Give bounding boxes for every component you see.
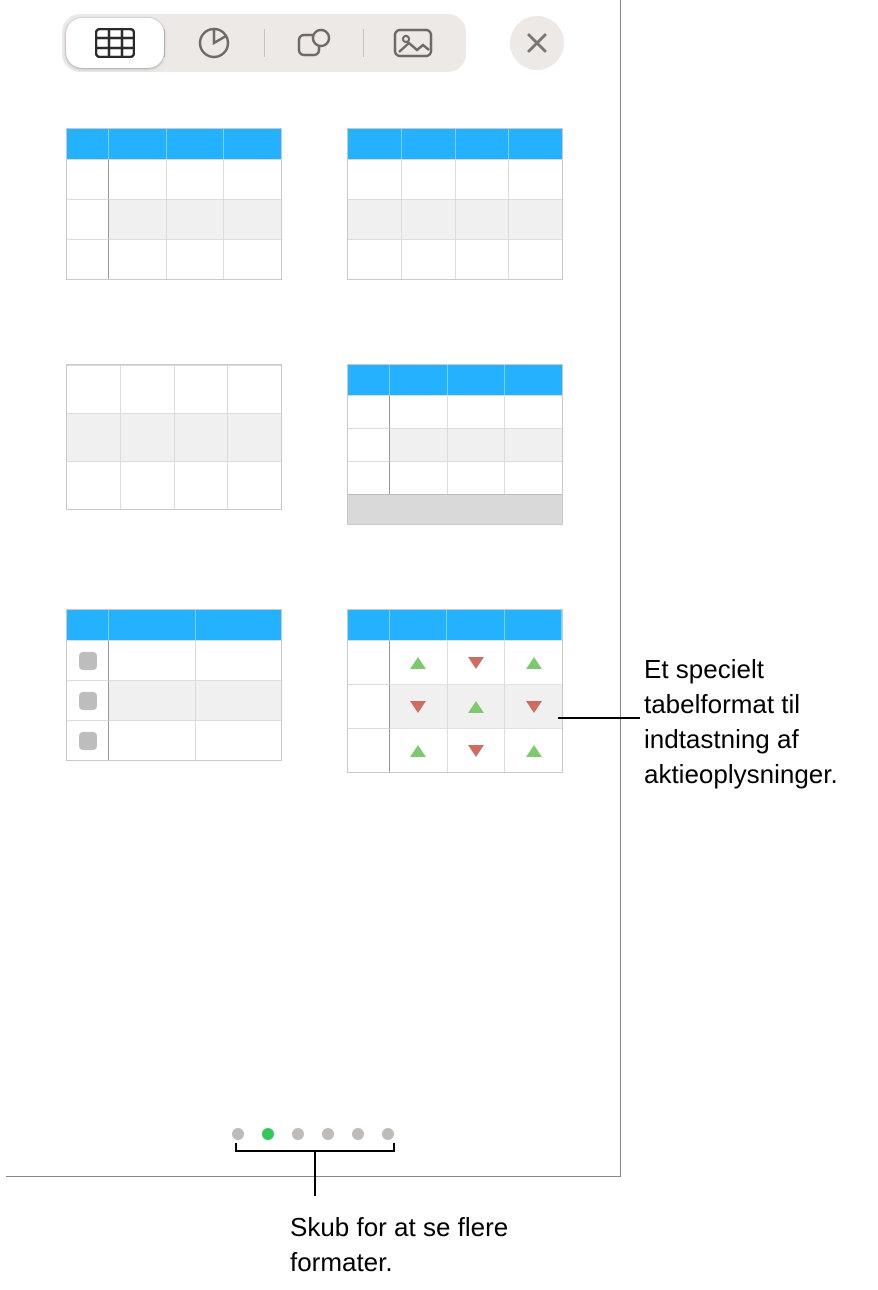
page-dot-active[interactable]: [262, 1128, 274, 1140]
stock-down-icon: [468, 745, 484, 757]
table-style-checklist[interactable]: [66, 609, 282, 773]
table-icon: [95, 28, 135, 58]
stock-down-icon: [410, 701, 426, 713]
callout-swipe: Skub for at se flere formater.: [290, 1210, 550, 1280]
callout-leader-line: [558, 717, 640, 719]
page-dot[interactable]: [352, 1128, 364, 1140]
insert-toolbar: [62, 14, 564, 72]
insert-panel: [6, 0, 621, 1177]
tab-shape[interactable]: [265, 18, 363, 68]
media-icon: [393, 28, 433, 58]
close-icon: [526, 32, 548, 54]
tab-media[interactable]: [364, 18, 462, 68]
stock-up-icon: [410, 745, 426, 757]
page-dot[interactable]: [292, 1128, 304, 1140]
shape-icon: [296, 27, 332, 59]
page-dot[interactable]: [232, 1128, 244, 1140]
insert-category-tabs: [62, 14, 466, 72]
chart-icon: [197, 26, 231, 60]
stock-up-icon: [526, 657, 542, 669]
table-style-header-leftcol[interactable]: [66, 128, 282, 280]
callout-stock-style: Et specielt tabelformat til indtastning …: [644, 652, 878, 792]
tab-table[interactable]: [66, 18, 164, 68]
close-button[interactable]: [510, 16, 564, 70]
checkbox-icon: [79, 692, 97, 710]
stock-up-icon: [410, 657, 426, 669]
page-indicator[interactable]: [232, 1128, 394, 1140]
table-style-stock[interactable]: [347, 609, 563, 773]
checkbox-icon: [79, 652, 97, 670]
table-style-plain[interactable]: [66, 364, 282, 525]
table-style-header-leftcol-footer[interactable]: [347, 364, 563, 525]
stock-up-icon: [468, 701, 484, 713]
page-dot[interactable]: [382, 1128, 394, 1140]
table-style-grid: [66, 128, 566, 773]
checkbox-icon: [79, 732, 97, 750]
page-dot[interactable]: [322, 1128, 334, 1140]
stock-up-icon: [526, 745, 542, 757]
stock-down-icon: [468, 657, 484, 669]
tab-chart[interactable]: [165, 18, 263, 68]
stock-down-icon: [526, 701, 542, 713]
callout-leader-line: [314, 1150, 316, 1196]
table-style-header-only[interactable]: [347, 128, 563, 280]
